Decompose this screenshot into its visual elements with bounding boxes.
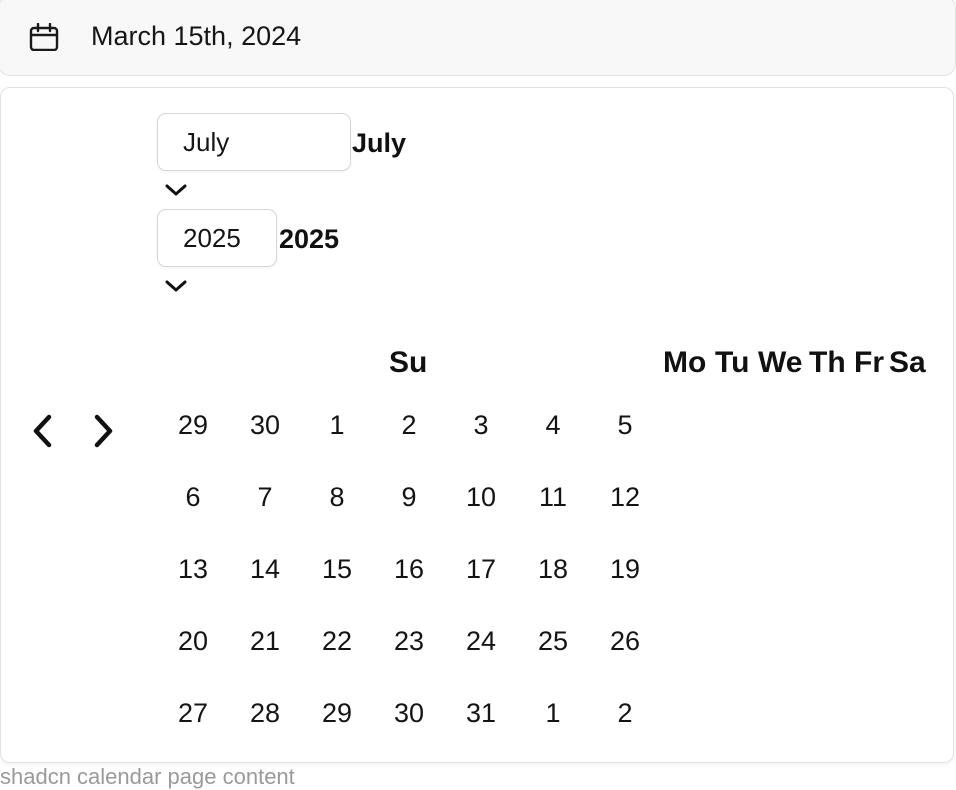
- day-cell[interactable]: 21: [229, 605, 301, 677]
- weekday-sunday: Su: [389, 346, 428, 379]
- day-cell[interactable]: 17: [445, 533, 517, 605]
- chevron-down-icon: [165, 184, 187, 196]
- day-cell[interactable]: 3: [445, 389, 517, 461]
- day-cell[interactable]: 16: [373, 533, 445, 605]
- day-cell[interactable]: 5: [589, 389, 661, 461]
- day-cell[interactable]: 29: [301, 677, 373, 749]
- day-cell[interactable]: 6: [157, 461, 229, 533]
- weekday-friday: Fr: [854, 346, 884, 379]
- day-cell[interactable]: 14: [229, 533, 301, 605]
- day-cell[interactable]: 12: [589, 461, 661, 533]
- day-cell[interactable]: 24: [445, 605, 517, 677]
- day-cell[interactable]: 26: [589, 605, 661, 677]
- month-caption: July: [352, 128, 407, 158]
- day-cell[interactable]: 27: [157, 677, 229, 749]
- weekday-tuesday: Tu: [715, 346, 750, 379]
- selected-date-text: March 15th, 2024: [91, 21, 302, 51]
- year-caption: 2025: [279, 224, 340, 254]
- next-month-button[interactable]: [87, 411, 119, 451]
- day-cell[interactable]: 30: [229, 389, 301, 461]
- weekday-thursday: Th: [809, 346, 846, 379]
- day-cell[interactable]: 4: [517, 389, 589, 461]
- day-cell[interactable]: 1: [517, 677, 589, 749]
- day-cell[interactable]: 1: [301, 389, 373, 461]
- weekday-monday: Mo: [663, 346, 707, 379]
- day-cell[interactable]: 22: [301, 605, 373, 677]
- day-cell[interactable]: 23: [373, 605, 445, 677]
- day-cell[interactable]: 28: [229, 677, 301, 749]
- weekday-saturday: Sa: [889, 346, 926, 379]
- weekday-wednesday: We: [758, 346, 803, 379]
- day-cell[interactable]: 30: [373, 677, 445, 749]
- calendar-icon: [29, 23, 59, 51]
- background-page-text: shadcn calendar page content: [0, 764, 295, 789]
- day-cell[interactable]: 2: [373, 389, 445, 461]
- day-cell[interactable]: 20: [157, 605, 229, 677]
- day-cell[interactable]: 11: [517, 461, 589, 533]
- day-cell[interactable]: 25: [517, 605, 589, 677]
- day-cell[interactable]: 15: [301, 533, 373, 605]
- day-cell[interactable]: 18: [517, 533, 589, 605]
- day-cell[interactable]: 2: [589, 677, 661, 749]
- day-cell[interactable]: 7: [229, 461, 301, 533]
- date-picker-trigger[interactable]: March 15th, 2024: [0, 0, 956, 76]
- day-cell[interactable]: 10: [445, 461, 517, 533]
- year-select[interactable]: 2025: [157, 209, 277, 267]
- calendar-popover: July July 2025 2025 Su Mo Tu We Th Fr Sa…: [0, 87, 954, 763]
- chevron-down-icon: [165, 280, 187, 292]
- day-cell[interactable]: 13: [157, 533, 229, 605]
- day-cell[interactable]: 9: [373, 461, 445, 533]
- previous-month-button[interactable]: [27, 411, 59, 451]
- day-cell[interactable]: 31: [445, 677, 517, 749]
- day-cell[interactable]: 29: [157, 389, 229, 461]
- day-cell[interactable]: 8: [301, 461, 373, 533]
- month-select[interactable]: July: [157, 113, 351, 171]
- day-cell[interactable]: 19: [589, 533, 661, 605]
